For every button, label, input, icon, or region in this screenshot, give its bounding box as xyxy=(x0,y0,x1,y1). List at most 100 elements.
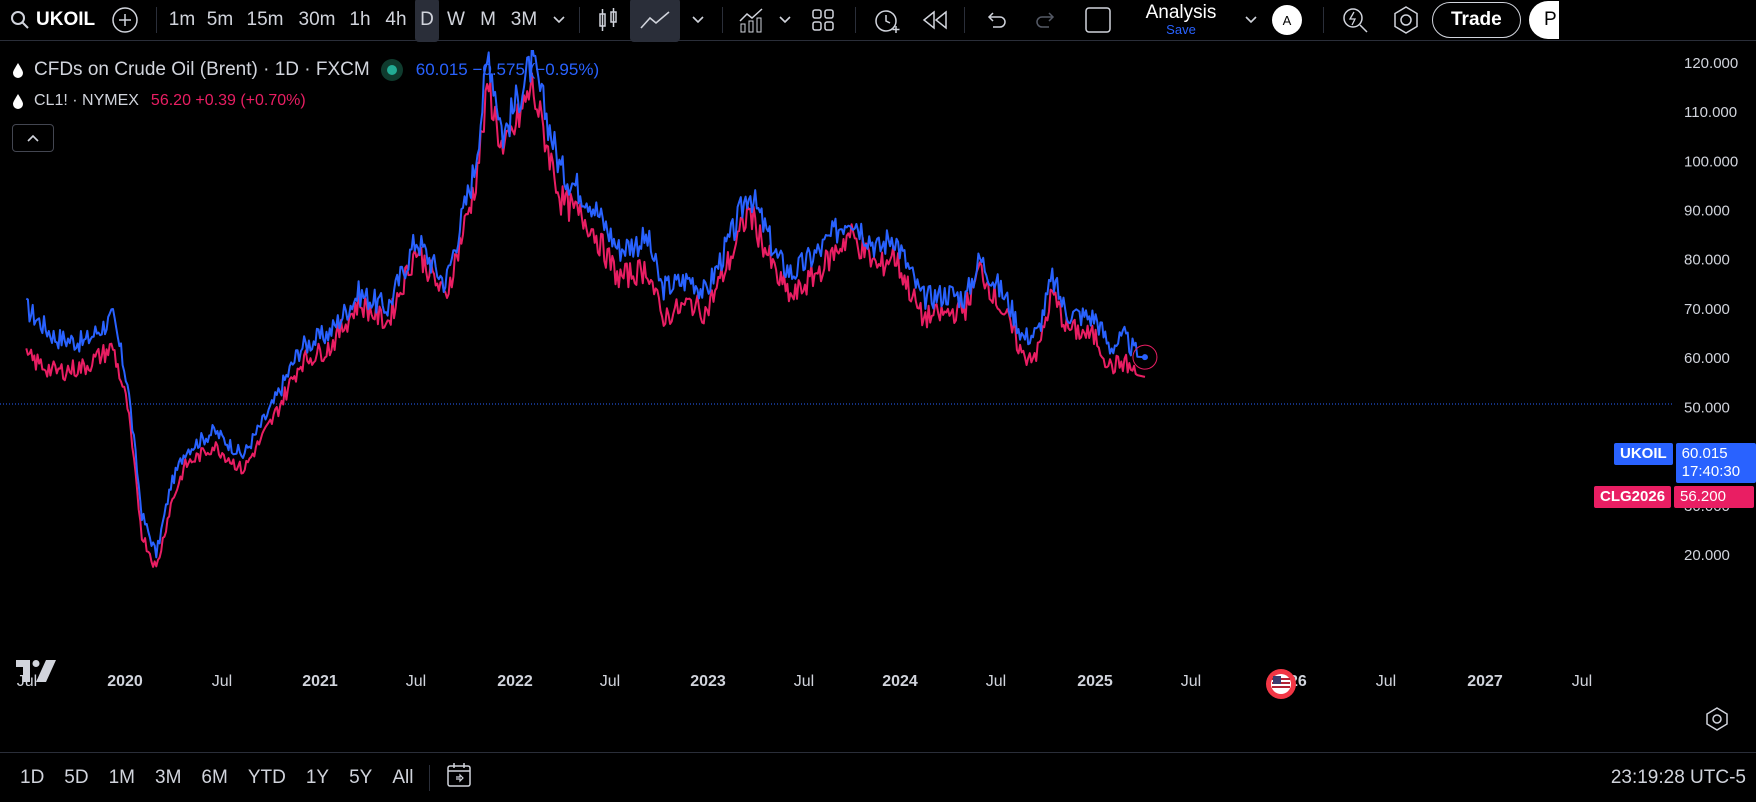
price-tick-label: 120.000 xyxy=(1684,55,1738,72)
time-tick-label: Jul xyxy=(212,673,232,690)
time-axis[interactable]: Jul 2020 Jul 2021 Jul 2022 Jul 2023 Jul 2024 Jul 20… xyxy=(17,673,1592,690)
alert-button[interactable] xyxy=(862,0,912,40)
divider xyxy=(722,7,723,33)
range-6m[interactable]: 6M xyxy=(191,767,237,789)
redo-button[interactable] xyxy=(1021,0,1071,40)
price-chart[interactable]: 130.000120.000110.000100.00090.00080.000… xyxy=(0,50,1756,747)
ukoil-price-box: 60.015 17:40:30 xyxy=(1675,443,1756,483)
interval-1h[interactable]: 1h xyxy=(343,0,377,40)
symbol-search[interactable]: UKOIL xyxy=(0,0,100,40)
price-tick-label: 20.000 xyxy=(1684,547,1730,564)
price-tick-label: 50.000 xyxy=(1684,399,1730,416)
interval-15m[interactable]: 15m xyxy=(239,0,291,40)
time-tick-label: 2024 xyxy=(882,673,918,690)
interval-30m[interactable]: 30m xyxy=(291,0,343,40)
price-tick-label: 60.000 xyxy=(1684,350,1730,367)
range-1y[interactable]: 1Y xyxy=(296,767,339,789)
publish-button[interactable]: P xyxy=(1528,1,1559,39)
compare-price-label[interactable]: CLG2026 56.200 xyxy=(1594,486,1755,508)
time-tick-label: Jul xyxy=(986,673,1006,690)
chart-style-dropdown[interactable] xyxy=(680,0,716,40)
interval-1m[interactable]: 1m xyxy=(163,0,201,40)
legend-compare-values: 56.20 +0.39 (+0.70%) xyxy=(150,92,306,109)
calendar-range-icon xyxy=(447,762,472,787)
quick-search-button[interactable] xyxy=(1330,0,1380,40)
save-label[interactable]: Save xyxy=(1166,23,1196,37)
interval-m[interactable]: M xyxy=(473,0,503,40)
series-line-clg2026[interactable] xyxy=(25,72,1146,568)
range-ytd[interactable]: YTD xyxy=(238,767,296,789)
interval-3m[interactable]: 3M xyxy=(503,0,545,40)
layout-dropdown[interactable] xyxy=(1237,0,1265,40)
chevron-down-icon xyxy=(779,16,791,24)
legend-compare[interactable]: CL1! · NYMEX 56.20 +0.39 (+0.70%) xyxy=(12,92,306,110)
replay-button[interactable] xyxy=(912,0,958,40)
interval-w[interactable]: W xyxy=(439,0,473,40)
tradingview-logo[interactable] xyxy=(16,658,64,686)
chart-pane[interactable]: 130.000120.000110.000100.00090.00080.000… xyxy=(0,50,1756,747)
undo-button[interactable] xyxy=(971,0,1021,40)
trade-button[interactable]: Trade xyxy=(1432,2,1521,38)
interval-4h[interactable]: 4h xyxy=(377,0,415,40)
line-chart-icon xyxy=(640,11,670,29)
square-icon xyxy=(1085,7,1111,33)
range-5d[interactable]: 5D xyxy=(54,767,98,789)
line-style-button[interactable] xyxy=(630,0,680,42)
fullscreen-button[interactable] xyxy=(1071,0,1125,40)
top-toolbar: UKOIL 1m 5m 15m 30m 1h 4h D W M 3M Analy… xyxy=(0,0,1756,42)
price-tick-label: 80.000 xyxy=(1684,252,1730,269)
time-tick-label: 2025 xyxy=(1077,673,1113,690)
time-tick-label: Jul xyxy=(1181,673,1201,690)
indicators-button[interactable] xyxy=(729,0,773,40)
range-1m[interactable]: 1M xyxy=(99,767,145,789)
interval-5m[interactable]: 5m xyxy=(201,0,239,40)
collapse-legend-button[interactable] xyxy=(12,124,54,152)
clock-timezone[interactable]: 23:19:28 UTC-5 xyxy=(1611,767,1756,789)
us-flag-icon xyxy=(1271,674,1291,694)
time-tick-label: 2027 xyxy=(1467,673,1503,690)
series-group xyxy=(25,50,1158,568)
price-tick-label: 100.000 xyxy=(1684,153,1738,170)
time-tick-label: Jul xyxy=(406,673,426,690)
rewind-icon xyxy=(922,10,947,30)
time-tick-label: 2023 xyxy=(690,673,726,690)
plus-circle-icon xyxy=(112,7,138,33)
range-all[interactable]: All xyxy=(382,767,423,789)
divider xyxy=(579,7,580,33)
indicators-dropdown[interactable] xyxy=(773,0,797,40)
publish-label: P xyxy=(1544,9,1557,30)
undo-icon xyxy=(987,12,1006,28)
axis-settings-icon[interactable] xyxy=(1704,706,1730,732)
economic-event-flag[interactable] xyxy=(1266,669,1296,699)
interval-d[interactable]: D xyxy=(415,0,439,42)
range-5y[interactable]: 5Y xyxy=(339,767,382,789)
grid-icon xyxy=(812,9,834,31)
date-range-button[interactable] xyxy=(436,762,484,794)
avatar-button[interactable]: A xyxy=(1265,0,1309,40)
layout-button[interactable] xyxy=(797,0,849,40)
divider xyxy=(855,7,856,33)
flash-search-icon xyxy=(1343,8,1368,33)
bottom-toolbar: 1D 5D 1M 3M 6M YTD 1Y 5Y All 23:19:28 UT… xyxy=(0,752,1756,802)
range-1d[interactable]: 1D xyxy=(10,767,54,789)
divider xyxy=(1323,7,1324,33)
divider xyxy=(429,764,431,791)
settings-button[interactable] xyxy=(1380,0,1432,40)
series-line-ukoil[interactable] xyxy=(25,50,1146,559)
bars-style-button[interactable] xyxy=(586,0,630,40)
symbol-name: UKOIL xyxy=(36,9,96,30)
indicators-icon xyxy=(739,8,763,33)
last-price-dot xyxy=(1141,354,1148,361)
add-symbol-button[interactable] xyxy=(100,0,150,40)
layout-name-button[interactable]: Analysis Save xyxy=(1125,0,1237,40)
chevron-down-icon xyxy=(692,16,704,24)
compare-symbol-tag: CLG2026 xyxy=(1594,486,1672,508)
candles-icon xyxy=(599,8,617,31)
interval-dropdown[interactable] xyxy=(545,0,573,40)
gear-icon xyxy=(1394,6,1418,34)
time-tick-label: 2022 xyxy=(497,673,533,690)
legend-main[interactable]: CFDs on Crude Oil (Brent) · 1D · FXCM 60… xyxy=(12,58,599,82)
ukoil-symbol-tag: UKOIL xyxy=(1614,443,1673,465)
ukoil-price-label[interactable]: UKOIL 60.015 17:40:30 xyxy=(1614,443,1756,483)
range-3m[interactable]: 3M xyxy=(145,767,191,789)
